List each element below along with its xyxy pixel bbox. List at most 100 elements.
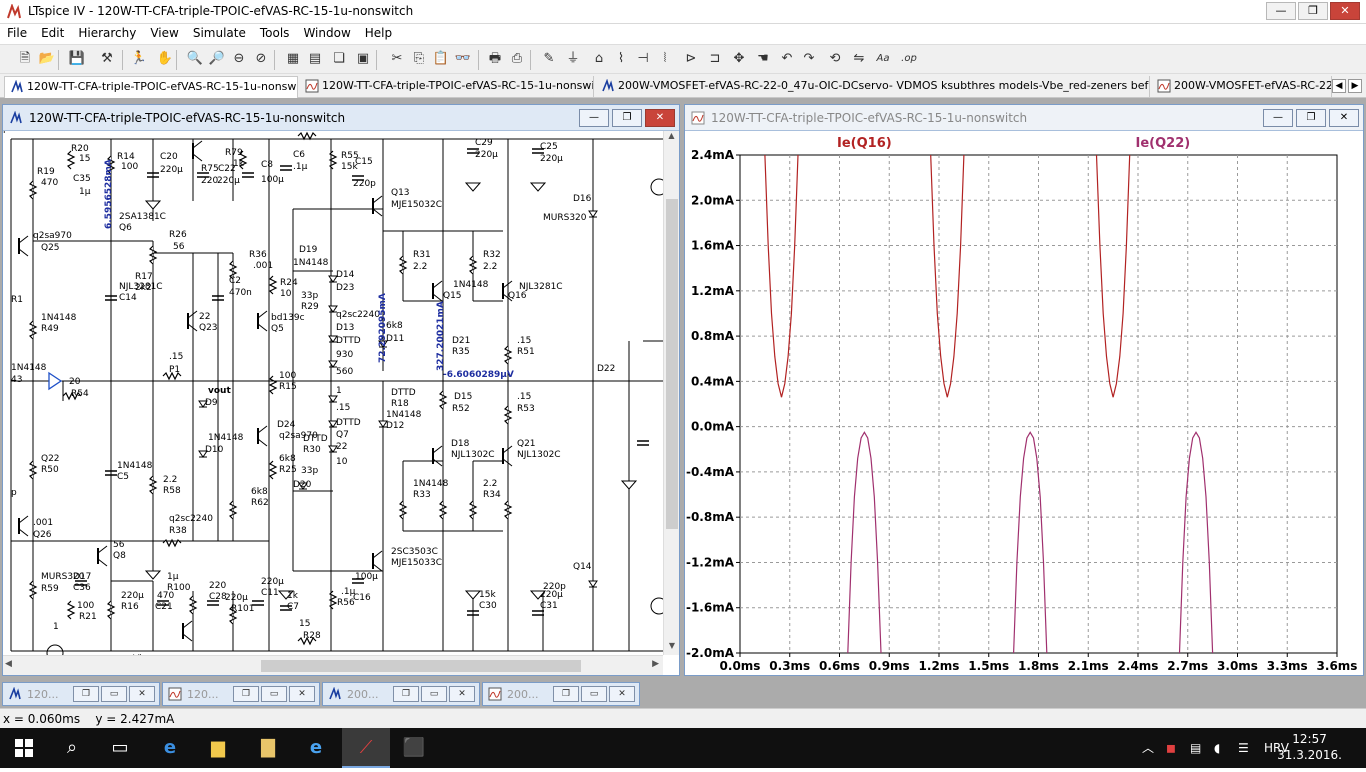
taskbar-ltspice[interactable]: ⟋ — [342, 728, 390, 768]
menu-window[interactable]: Window — [296, 24, 357, 42]
maximize-icon[interactable]: ▭ — [261, 686, 287, 702]
restore-icon[interactable]: ❐ — [553, 686, 579, 702]
capacitor-symbol[interactable] — [280, 165, 292, 171]
drag-icon[interactable]: ☚ — [754, 50, 772, 68]
tab-scroll-left-icon[interactable]: ◀ — [1332, 79, 1346, 93]
search-button[interactable]: ⌕ — [48, 728, 96, 768]
menu-simulate[interactable]: Simulate — [186, 24, 253, 42]
transistor-symbol[interactable] — [372, 550, 383, 572]
schematic-canvas[interactable]: R2015 R14100C20220µR791k C8100µC6.1µR5515k… — [3, 131, 663, 655]
undo-icon[interactable]: ↶ — [778, 50, 796, 68]
transistor-symbol[interactable] — [257, 425, 268, 447]
close-icon[interactable]: ✕ — [129, 686, 155, 702]
transistor-symbol[interactable] — [18, 515, 29, 537]
resistor-symbol[interactable] — [268, 460, 278, 480]
taskbar-explorer[interactable]: ▆ — [194, 728, 242, 768]
series-legend-label[interactable]: Ie(Q16) — [837, 136, 892, 151]
resistor-symbol[interactable] — [148, 475, 158, 495]
task-view-button[interactable]: ▭ — [96, 728, 144, 768]
draw-wire-icon[interactable]: ✎ — [540, 50, 558, 68]
menu-file[interactable]: File — [0, 24, 34, 42]
resistor-symbol[interactable] — [503, 500, 513, 520]
cascade-icon[interactable]: ❏ — [330, 50, 348, 68]
redo-icon[interactable]: ↷ — [800, 50, 818, 68]
resistor-symbol[interactable] — [28, 460, 38, 480]
transistor-symbol[interactable] — [18, 235, 29, 257]
start-button[interactable] — [0, 728, 48, 768]
paste-icon[interactable]: 📋 — [432, 50, 450, 68]
scrollbar-thumb[interactable] — [261, 660, 581, 672]
tab-waveform-120w[interactable]: 120W-TT-CFA-triple-TPOIC-efVAS-RC-15-1u-… — [300, 76, 594, 98]
minimize-button[interactable]: — — [1266, 2, 1296, 20]
save-icon[interactable]: 💾 — [68, 50, 86, 68]
move-icon[interactable]: ✥ — [730, 50, 748, 68]
maximize-icon[interactable]: ▭ — [421, 686, 447, 702]
close-button[interactable]: ✕ — [1330, 2, 1360, 20]
scroll-left-icon[interactable]: ◀ — [5, 659, 12, 669]
resistor-symbol[interactable] — [438, 390, 448, 410]
close-all-icon[interactable]: ▣ — [354, 50, 372, 68]
restore-icon[interactable]: ❐ — [393, 686, 419, 702]
schematic-minimize-button[interactable]: — — [579, 109, 609, 127]
minimized-window[interactable]: 200... ❐ ▭ ✕ — [322, 682, 480, 706]
zoom-in-icon[interactable]: 🔍 — [186, 50, 204, 68]
resistor-symbol[interactable] — [297, 131, 317, 141]
close-icon[interactable]: ✕ — [609, 686, 635, 702]
restore-icon[interactable]: ❐ — [233, 686, 259, 702]
taskbar-ie[interactable]: e — [292, 728, 340, 768]
resistor-symbol[interactable] — [228, 500, 238, 520]
resistor-symbol[interactable] — [398, 500, 408, 520]
network-icon[interactable]: ▤ — [1190, 728, 1201, 768]
restore-icon[interactable]: ❐ — [73, 686, 99, 702]
capacitor-symbol[interactable] — [532, 610, 544, 616]
halt-icon[interactable]: ✋ — [156, 50, 174, 68]
print-icon[interactable]: 🖶 — [486, 50, 504, 68]
autorange-icon[interactable]: ▦ — [284, 50, 302, 68]
minimized-window[interactable]: 120... ❐ ▭ ✕ — [2, 682, 160, 706]
minimized-window[interactable]: 200... ❐ ▭ ✕ — [482, 682, 640, 706]
maximize-icon[interactable]: ▭ — [101, 686, 127, 702]
scroll-down-icon[interactable]: ▼ — [664, 641, 680, 655]
resistor-symbol[interactable] — [503, 405, 513, 425]
schematic-vertical-scrollbar[interactable]: ▲ ▼ — [663, 131, 679, 655]
new-schematic-icon[interactable]: 🗎 — [16, 50, 34, 68]
taskbar-acrobat[interactable]: ⬛ — [390, 728, 438, 768]
resistor-symbol[interactable] — [328, 590, 338, 610]
diode-icon[interactable]: ⊳ — [682, 50, 700, 68]
tray-app-icon[interactable]: ◼ — [1166, 728, 1176, 768]
transistor-symbol[interactable] — [372, 195, 383, 217]
resistor-symbol[interactable] — [28, 180, 38, 200]
menu-tools[interactable]: Tools — [253, 24, 297, 42]
tab-schematic-120w[interactable]: 120W-TT-CFA-triple-TPOIC-efVAS-RC-15-1u-… — [4, 76, 298, 98]
resistor-symbol[interactable] — [468, 255, 478, 275]
mirror-icon[interactable]: ⇋ — [850, 50, 868, 68]
taskbar-files[interactable]: ▇ — [244, 728, 292, 768]
menu-hierarchy[interactable]: Hierarchy — [71, 24, 143, 42]
component-icon[interactable]: ⊐ — [706, 50, 724, 68]
capacitor-icon[interactable]: ⊣ — [634, 50, 652, 68]
resistor-symbol[interactable] — [268, 375, 278, 395]
print-setup-icon[interactable]: ⎙ — [508, 50, 526, 68]
resistor-symbol[interactable] — [162, 538, 182, 548]
scroll-up-icon[interactable]: ▲ — [664, 131, 679, 145]
diode-symbol[interactable] — [588, 580, 598, 588]
minimized-window[interactable]: 120... ❐ ▭ ✕ — [162, 682, 320, 706]
waveform-restore-button[interactable]: ❐ — [1296, 109, 1326, 127]
menu-edit[interactable]: Edit — [34, 24, 71, 42]
schematic-horizontal-scrollbar[interactable]: ◀ ▶ — [3, 655, 663, 675]
inductor-icon[interactable]: ⦚ — [656, 50, 674, 68]
scrollbar-thumb[interactable] — [666, 199, 678, 529]
maximize-icon[interactable]: ▭ — [581, 686, 607, 702]
resistor-icon[interactable]: ⌇ — [612, 50, 630, 68]
transistor-symbol[interactable] — [192, 140, 203, 162]
waveform-minimize-button[interactable]: — — [1263, 109, 1293, 127]
zoom-out-icon[interactable]: 🔎 — [208, 50, 226, 68]
tab-schematic-200w[interactable]: 200W-VMOSFET-efVAS-RC-22-0_47u-OIC-DCser… — [596, 76, 1150, 98]
open-icon[interactable]: 📂 — [38, 50, 56, 68]
resistor-symbol[interactable] — [398, 255, 408, 275]
tab-scroll-right-icon[interactable]: ▶ — [1348, 79, 1362, 93]
waveform-close-button[interactable]: ✕ — [1329, 109, 1359, 127]
cut-icon[interactable]: ✂ — [388, 50, 406, 68]
ground-icon[interactable]: ⏚ — [564, 50, 582, 68]
resistor-symbol[interactable] — [188, 595, 198, 615]
